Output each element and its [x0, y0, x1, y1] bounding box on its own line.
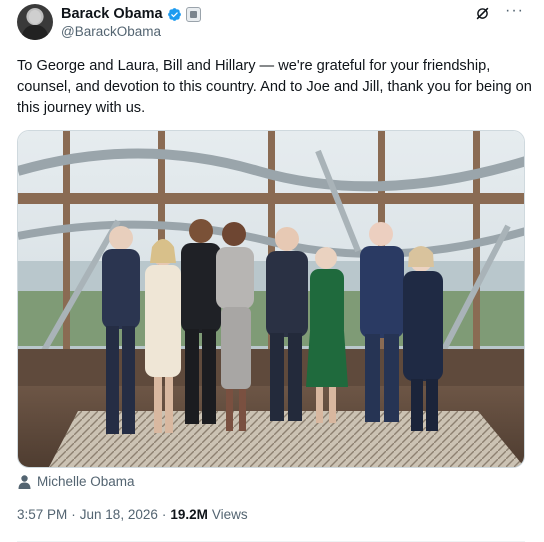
government-badge-icon: [185, 6, 201, 22]
views-label: Views: [211, 507, 248, 522]
tagged-user-name[interactable]: Michelle Obama: [37, 474, 135, 489]
tweet-actions: ···: [474, 2, 524, 22]
tagged-user[interactable]: Michelle Obama: [18, 474, 135, 489]
more-options-icon[interactable]: ···: [505, 2, 524, 19]
author-handle[interactable]: @BarackObama: [61, 24, 161, 39]
author-name-row: Barack Obama: [61, 5, 201, 23]
author-display-name[interactable]: Barack Obama: [61, 6, 163, 22]
person-icon: [18, 474, 31, 489]
grok-icon[interactable]: [474, 5, 491, 22]
tweet-card: Barack Obama @BarackObama ··· To George …: [0, 0, 544, 542]
tweet-meta: 3:57 PM · Jun 18, 2026 · 19.2M Views: [17, 507, 248, 522]
tweet-date[interactable]: Jun 18, 2026: [80, 507, 158, 522]
meta-separator-2: ·: [161, 507, 167, 522]
author-avatar[interactable]: [17, 4, 53, 40]
tweet-photo[interactable]: [17, 130, 525, 468]
tweet-time[interactable]: 3:57 PM: [17, 507, 67, 522]
meta-separator: ·: [71, 507, 76, 522]
photo-image: [18, 131, 524, 467]
verified-badge-icon: [167, 7, 181, 21]
views-count: 19.2M: [170, 507, 208, 522]
tweet-text: To George and Laura, Bill and Hillary — …: [17, 58, 532, 116]
